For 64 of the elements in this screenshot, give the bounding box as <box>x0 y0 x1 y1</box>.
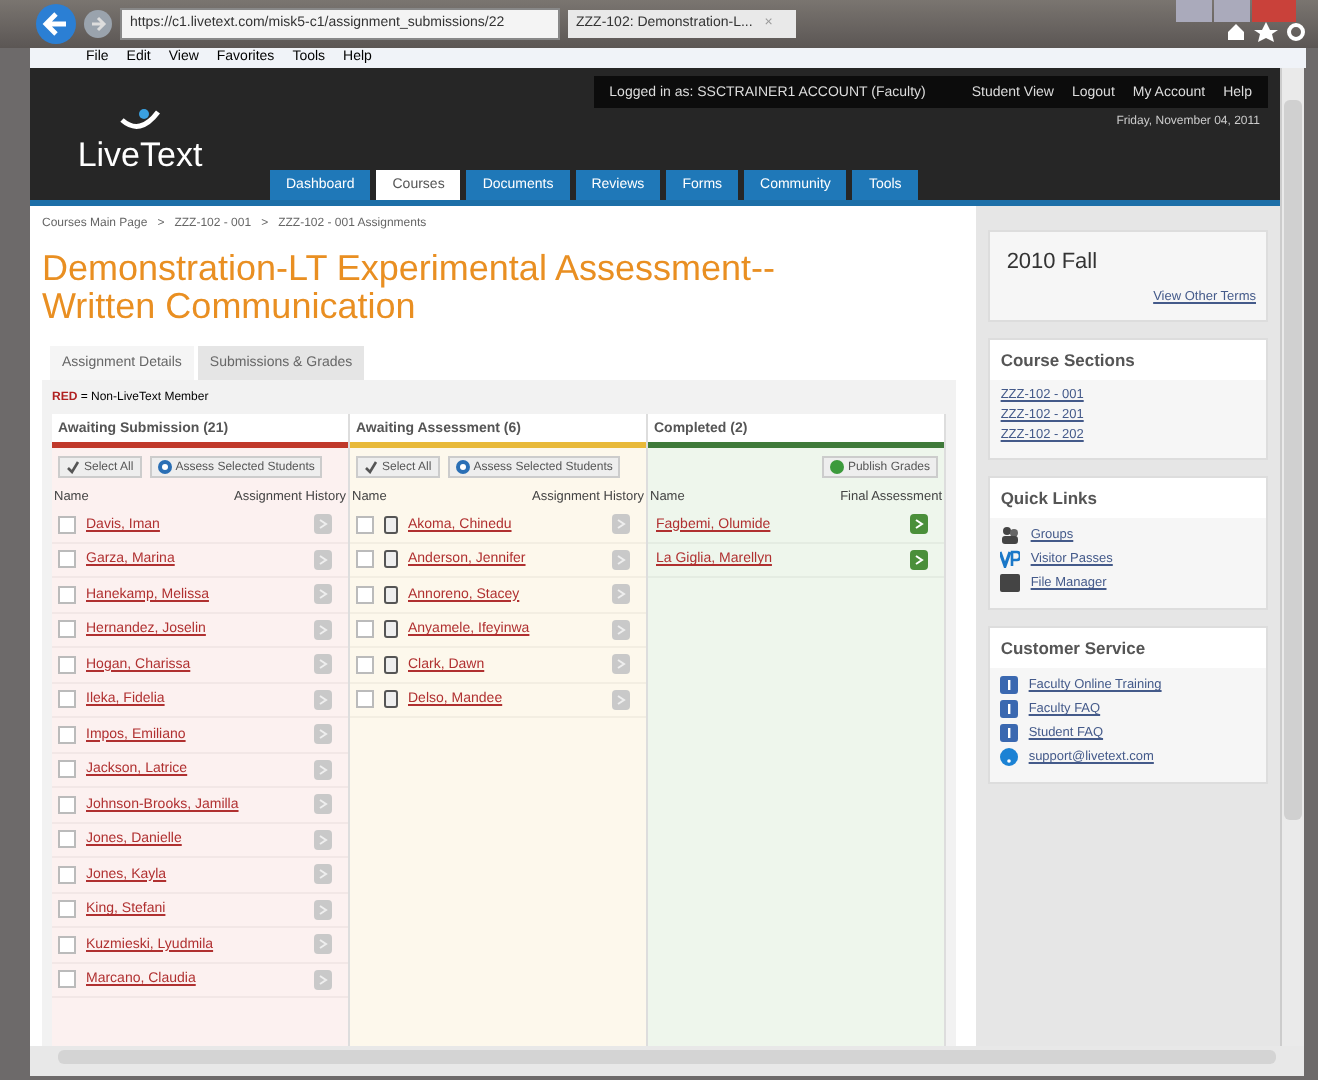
history-icon[interactable] <box>314 794 332 815</box>
term-label: 2010 Fall <box>1004 248 1100 274</box>
info-icon <box>1000 700 1019 718</box>
history-icon[interactable] <box>314 654 332 675</box>
history-icon[interactable] <box>314 619 332 640</box>
info-icon <box>1000 724 1019 742</box>
history-icon[interactable] <box>314 969 332 990</box>
row-checkbox[interactable] <box>58 585 76 604</box>
folder-icon <box>1000 574 1021 592</box>
history-icon[interactable] <box>612 689 630 710</box>
checkmark-icon <box>66 460 80 474</box>
row-checkbox[interactable] <box>356 550 374 569</box>
history-icon[interactable] <box>612 654 630 675</box>
history-icon[interactable] <box>612 584 630 605</box>
row-checkbox[interactable] <box>58 900 76 919</box>
row-checkbox[interactable] <box>356 620 374 639</box>
history-icon[interactable] <box>314 864 332 885</box>
row-checkbox[interactable] <box>58 690 76 709</box>
page-title: Demonstration-LT Experimental Assessment--Written Communication <box>42 250 777 326</box>
row-checkbox[interactable] <box>58 550 76 569</box>
history-icon[interactable] <box>612 514 630 535</box>
row-checkbox[interactable] <box>58 970 76 989</box>
sidebar-heading: Quick Links <box>990 478 1266 518</box>
logo-text[interactable]: LiveText <box>77 136 203 176</box>
row-checkbox[interactable] <box>58 515 76 534</box>
help-icon <box>1000 748 1019 766</box>
dot-icon <box>829 460 844 474</box>
history-icon[interactable] <box>314 934 332 955</box>
row-checkbox[interactable] <box>58 760 76 779</box>
checkmark-icon <box>364 460 378 474</box>
row-checkbox[interactable] <box>58 620 76 639</box>
final-assessment-icon[interactable] <box>910 549 928 570</box>
history-icon[interactable] <box>314 829 332 850</box>
history-icon[interactable] <box>612 619 630 640</box>
row-checkbox[interactable] <box>356 515 374 534</box>
row-checkbox[interactable] <box>356 585 374 604</box>
row-checkbox[interactable] <box>58 830 76 849</box>
vp-logo-icon <box>1000 550 1021 568</box>
history-icon[interactable] <box>314 584 332 605</box>
people-icon <box>1000 526 1021 544</box>
row-checkbox[interactable] <box>58 865 76 884</box>
history-icon[interactable] <box>612 549 630 570</box>
vertical-scrollbar[interactable] <box>1280 68 1304 1046</box>
history-icon[interactable] <box>314 724 332 745</box>
history-icon[interactable] <box>314 549 332 570</box>
sidebar-heading: Customer Service <box>990 628 1266 668</box>
final-assessment-icon[interactable] <box>910 514 928 535</box>
toolbar-icons-icon[interactable] <box>1226 22 1306 42</box>
history-icon[interactable] <box>314 689 332 710</box>
history-icon[interactable] <box>314 514 332 535</box>
sidebar-heading: Course Sections <box>990 340 1266 380</box>
row-checkbox[interactable] <box>58 795 76 814</box>
circle-icon <box>455 460 470 474</box>
row-checkbox[interactable] <box>356 655 374 674</box>
info-icon <box>1000 676 1019 694</box>
history-icon[interactable] <box>314 759 332 780</box>
row-checkbox[interactable] <box>356 690 374 709</box>
history-icon[interactable] <box>314 899 332 920</box>
circle-icon <box>157 460 172 474</box>
row-checkbox[interactable] <box>58 655 76 674</box>
row-checkbox[interactable] <box>58 725 76 744</box>
forward-arrow-icon[interactable] <box>84 10 112 38</box>
horizontal-scrollbar[interactable] <box>30 1046 1304 1076</box>
row-checkbox[interactable] <box>58 935 76 954</box>
